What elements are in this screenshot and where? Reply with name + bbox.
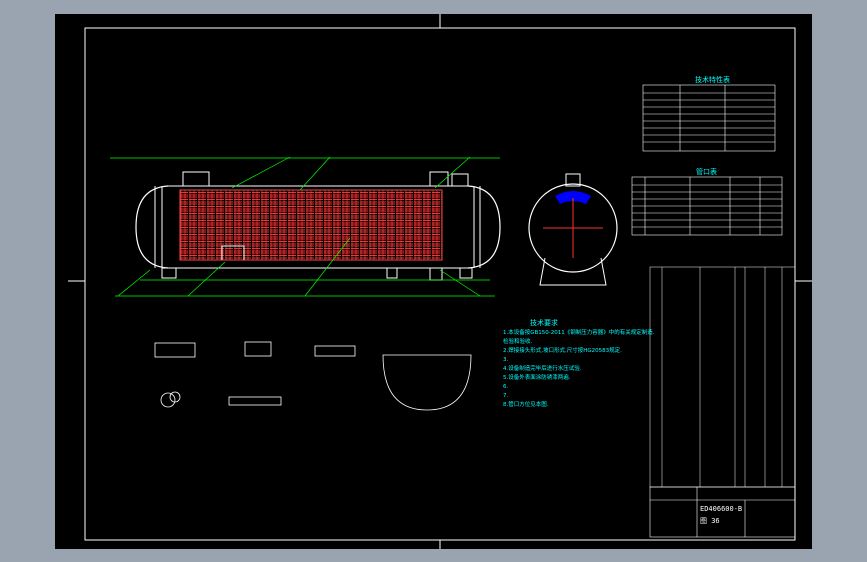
design-data-table xyxy=(642,84,776,152)
note-line: 7. xyxy=(503,393,508,399)
note-line: 8.管口方位见本图. xyxy=(503,400,549,408)
note-line: 6. xyxy=(503,384,508,390)
vessel-elevation xyxy=(110,156,501,297)
nozzle-table xyxy=(631,176,783,236)
parts-list xyxy=(649,266,796,488)
note-line: 3. xyxy=(503,357,508,363)
note-line: 2.焊接接头形式,坡口形式,尺寸按HG20583规定. xyxy=(503,346,622,354)
notes-title: 技术要求 xyxy=(530,318,558,327)
nozzle-table-title: 管口表 xyxy=(696,167,717,176)
note-line: 检验和验收. xyxy=(503,337,533,345)
drawing-number: ED406600-B xyxy=(700,505,742,513)
cad-drawing: 技术特性表 管口表 技术要求 1.本设备按GB150-2011《钢制压力容器》中… xyxy=(68,14,812,549)
technical-notes: 技术要求 1.本设备按GB150-2011《钢制压力容器》中的有关规定制造. 检… xyxy=(503,318,655,408)
sheet-label: 图 36 xyxy=(700,517,720,525)
tube-bundle xyxy=(179,189,443,261)
note-line: 4.设备制造完毕后进行水压试验. xyxy=(503,364,582,372)
note-line: 5.设备外表面涂防锈漆两遍. xyxy=(503,373,571,381)
vessel-end-view xyxy=(528,173,618,286)
note-line: 1.本设备按GB150-2011《钢制压力容器》中的有关规定制造. xyxy=(503,328,655,336)
detail-views xyxy=(154,341,472,411)
border-frame xyxy=(68,14,812,549)
design-data-table-title: 技术特性表 xyxy=(695,75,730,84)
